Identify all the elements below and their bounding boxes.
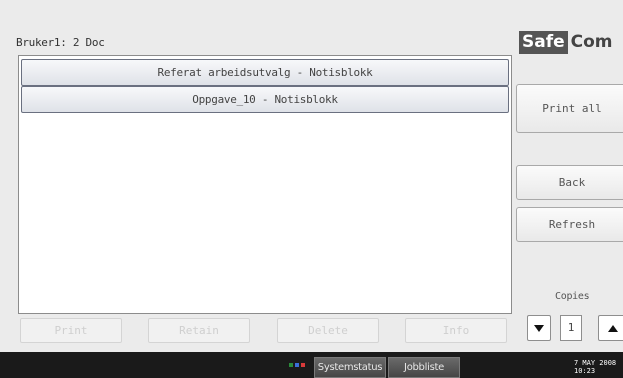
document-row[interactable]: Oppgave_10 - Notisblokk xyxy=(21,86,509,113)
logo-com: Com xyxy=(570,32,613,52)
retain-button[interactable]: Retain xyxy=(148,318,250,343)
delete-button[interactable]: Delete xyxy=(277,318,379,343)
system-status-button[interactable]: Systemstatus xyxy=(314,357,386,378)
arrow-up-icon xyxy=(608,324,618,332)
status-bar: Systemstatus Jobbliste 7 MAY 2008 10:23 xyxy=(0,352,623,378)
time-text: 10:23 xyxy=(574,367,596,375)
status-indicator-icon xyxy=(289,363,309,368)
copies-label: Copies xyxy=(555,291,590,302)
date-time: 7 MAY 2008 10:23 xyxy=(574,359,616,375)
document-list: Referat arbeidsutvalg - Notisblokk Oppga… xyxy=(18,55,512,314)
document-row[interactable]: Referat arbeidsutvalg - Notisblokk xyxy=(21,59,509,86)
back-button[interactable]: Back xyxy=(516,165,623,200)
arrow-down-icon xyxy=(534,324,544,332)
safecom-logo: Safe Com xyxy=(519,31,613,54)
copies-increment-button[interactable] xyxy=(598,315,623,341)
print-button[interactable]: Print xyxy=(20,318,122,343)
logo-safe: Safe xyxy=(519,31,568,54)
indicator-red xyxy=(301,363,305,367)
info-button[interactable]: Info xyxy=(405,318,507,343)
indicator-blue xyxy=(295,363,299,367)
refresh-button[interactable]: Refresh xyxy=(516,207,623,242)
date-text: 7 MAY 2008 xyxy=(574,359,617,367)
copies-decrement-button[interactable] xyxy=(527,315,551,341)
job-list-button[interactable]: Jobbliste xyxy=(388,357,460,378)
print-all-button[interactable]: Print all xyxy=(516,84,623,133)
indicator-green xyxy=(289,363,293,367)
user-doc-count: Bruker1: 2 Doc xyxy=(16,36,105,49)
copies-value: 1 xyxy=(560,315,582,341)
